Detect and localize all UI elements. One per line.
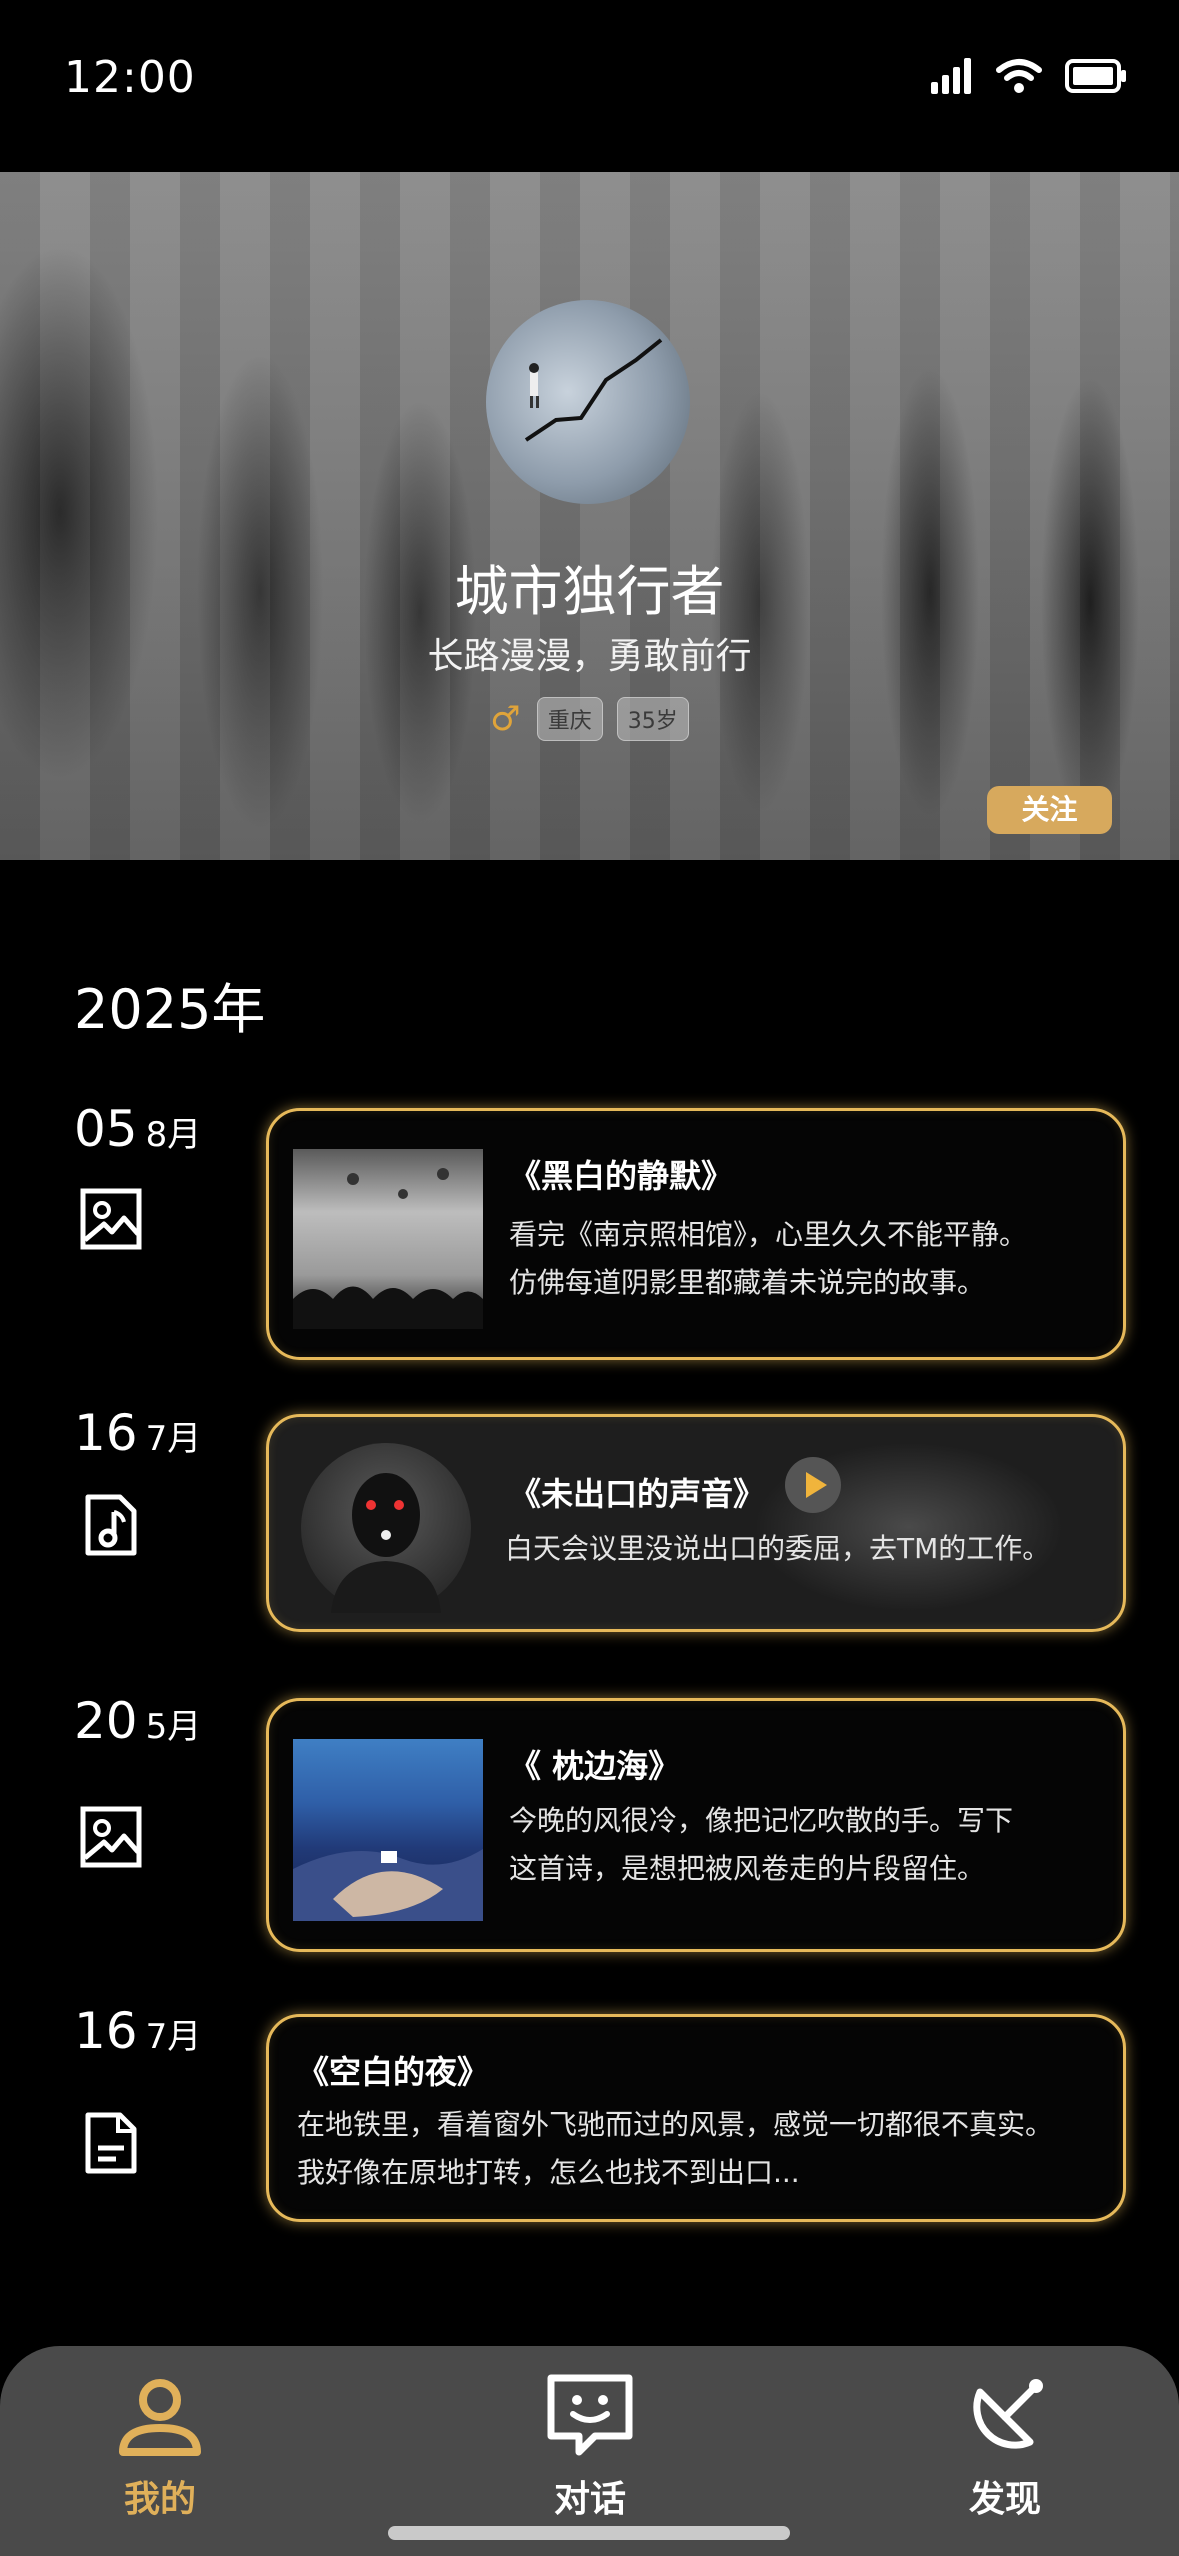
profile-header: 城市独行者 长路漫漫，勇敢前行 ♂ 重庆 35岁 关注	[0, 172, 1179, 860]
tab-discover[interactable]: 发现	[935, 2372, 1075, 2522]
person-icon	[119, 2379, 201, 2456]
entry-text-line: 我好像在原地打转，怎么也找不到出口...	[297, 2156, 800, 2189]
entry-date: 20 5月	[74, 1692, 201, 1750]
entry-month: 7月	[145, 1419, 202, 1459]
tab-mine[interactable]: 我的	[90, 2372, 230, 2522]
entry-thumbnail	[293, 1149, 483, 1329]
entry-thumbnail	[301, 1443, 471, 1613]
entry-date: 05 8月	[74, 1100, 201, 1158]
image-icon	[80, 1188, 142, 1250]
play-icon[interactable]	[785, 1457, 841, 1513]
age-tag: 35岁	[616, 697, 689, 741]
entry-title: 《未出口的声音》	[509, 1475, 766, 1513]
entry-card[interactable]: 《空白的夜》 在地铁里，看着窗外飞驰而过的风景，感觉一切都很不真实。 我好像在原…	[266, 2014, 1126, 2222]
entry-day: 20	[74, 1692, 138, 1750]
battery-icon	[1065, 59, 1126, 93]
entry-title: 《黑白的静默》	[509, 1157, 734, 1195]
entry-text-line: 白天会议里没说出口的委屈，去TM的工作。	[505, 1532, 1051, 1565]
entry-day: 16	[74, 1404, 138, 1462]
entry-title: 《 枕边海》	[509, 1747, 681, 1785]
entry-thumbnail	[293, 1739, 483, 1921]
tab-label: 对话	[553, 2479, 626, 2520]
image-icon	[80, 1806, 142, 1868]
entry-text-line: 今晚的风很冷，像把记忆吹散的手。写下	[509, 1804, 1014, 1837]
chat-icon	[547, 2374, 633, 2456]
entry-day: 05	[74, 1100, 138, 1158]
entry-text: 白天会议里没说出口的委屈，去TM的工作。	[505, 1525, 1050, 1573]
male-icon: ♂	[490, 699, 521, 739]
entry-text-line: 这首诗，是想把被风卷走的片段留住。	[509, 1852, 986, 1885]
entry-text-line: 在地铁里，看着窗外飞驰而过的风景，感觉一切都很不真实。	[297, 2108, 1054, 2141]
entry-date: 16 7月	[74, 1404, 201, 1462]
profile-tags: ♂ 重庆 35岁	[0, 697, 1179, 741]
wifi-icon	[996, 59, 1042, 93]
entry-text: 在地铁里，看着窗外飞驰而过的风景，感觉一切都很不真实。 我好像在原地打转，怎么也…	[297, 2101, 1053, 2197]
entry-text-line: 仿佛每道阴影里都藏着未说完的故事。	[509, 1266, 986, 1299]
tab-chat[interactable]: 对话	[520, 2372, 660, 2522]
tab-label: 发现	[968, 2479, 1041, 2520]
home-indicator	[388, 2526, 790, 2540]
profile-motto: 长路漫漫，勇敢前行	[427, 636, 752, 677]
entry-card[interactable]: 《未出口的声音》 白天会议里没说出口的委屈，去TM的工作。	[266, 1414, 1126, 1632]
location-tag: 重庆	[536, 697, 603, 741]
entry-text: 今晚的风很冷，像把记忆吹散的手。写下 这首诗，是想把被风卷走的片段留住。	[509, 1797, 1013, 1893]
follow-button[interactable]: 关注	[987, 786, 1112, 834]
satellite-dish-icon	[973, 2379, 1043, 2449]
entry-card[interactable]: 《黑白的静默》 看完《南京照相馆》，心里久久不能平静。 仿佛每道阴影里都藏着未说…	[266, 1108, 1126, 1360]
status-bar: 12:00	[0, 0, 1179, 170]
music-file-icon	[85, 1494, 137, 1556]
status-time: 12:00	[64, 52, 196, 103]
entry-card[interactable]: 《 枕边海》 今晚的风很冷，像把记忆吹散的手。写下 这首诗，是想把被风卷走的片段…	[266, 1698, 1126, 1952]
entry-month: 5月	[145, 1707, 202, 1747]
avatar[interactable]	[486, 300, 690, 504]
profile-name: 城市独行者	[454, 560, 725, 623]
entry-title: 《空白的夜》	[297, 2053, 490, 2091]
entry-month: 8月	[145, 1115, 202, 1155]
status-icons	[931, 58, 1127, 94]
tab-label: 我的	[123, 2479, 196, 2520]
entry-text: 看完《南京照相馆》，心里久久不能平静。 仿佛每道阴影里都藏着未说完的故事。	[509, 1211, 1027, 1307]
entry-month: 7月	[145, 2017, 202, 2057]
entry-day: 16	[74, 2002, 138, 2060]
timeline-year: 2025年	[74, 978, 266, 1041]
entry-date: 16 7月	[74, 2002, 201, 2060]
document-icon	[85, 2112, 137, 2174]
tab-bar: 我的 对话 发现	[0, 2346, 1179, 2556]
signal-icon	[931, 58, 971, 94]
entry-text-line: 看完《南京照相馆》，心里久久不能平静。	[509, 1218, 1028, 1251]
